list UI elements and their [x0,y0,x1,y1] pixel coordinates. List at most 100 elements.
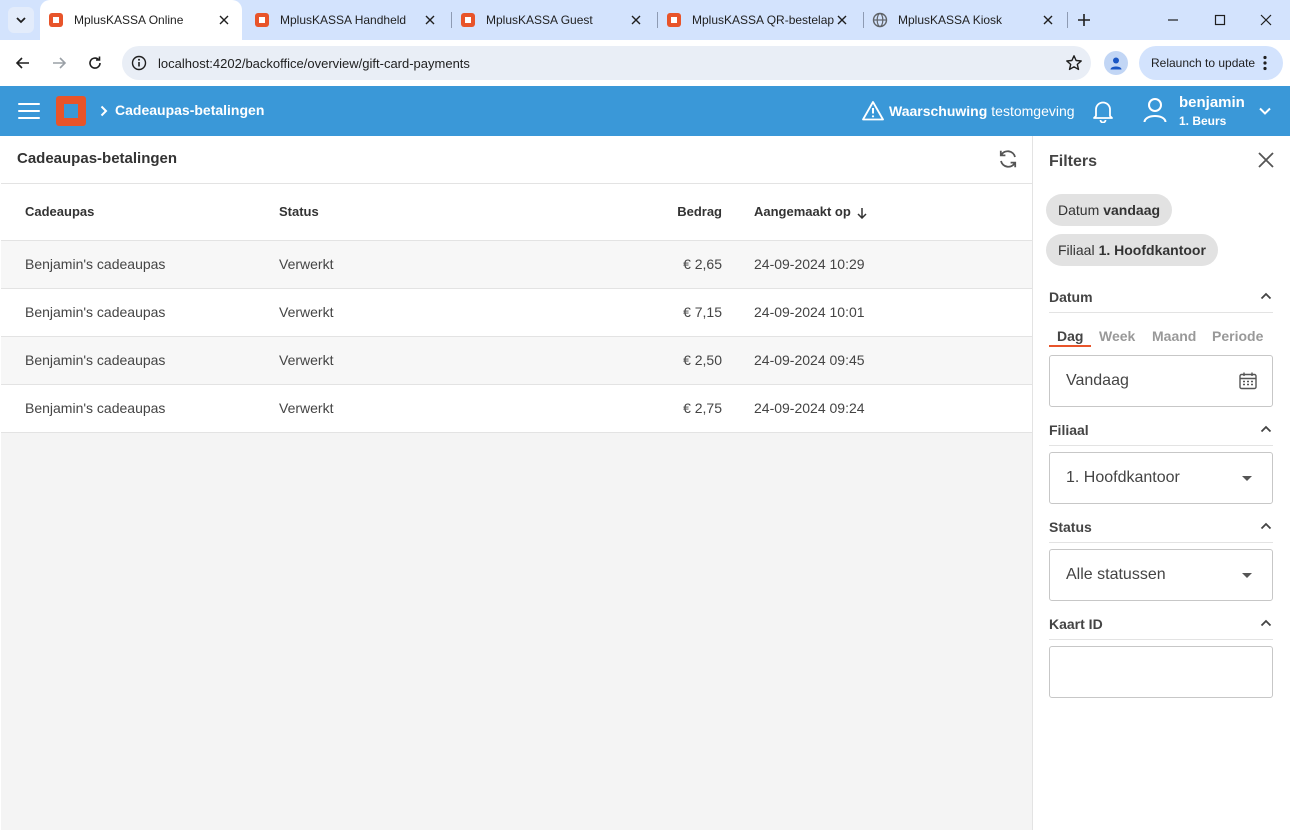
more-vertical-icon[interactable] [1255,53,1275,73]
date-picker-field[interactable]: Vandaag [1049,355,1273,407]
table-row[interactable]: Benjamin's cadeaupas Verwerkt € 2,65 24-… [1,240,1032,289]
column-header-aangemaakt-op[interactable]: Aangemaakt op [754,184,1032,241]
minimize-window-button[interactable] [1150,0,1196,40]
browser-tab-mpluskassa-online[interactable]: MplusKASSA Online [40,0,242,40]
chevron-down-icon[interactable] [1257,103,1273,119]
notifications-bell-icon[interactable] [1092,99,1114,123]
chevron-up-icon [1260,619,1272,627]
arrow-left-icon [15,57,29,69]
tab-search-button[interactable] [8,7,34,33]
environment-warning: Waarschuwing testomgeving [862,100,1075,122]
browser-tab-mpluskassa-kiosk[interactable]: MplusKASSA Kiosk [864,0,1066,40]
mpluskassa-favicon-icon [49,13,63,27]
filter-chip-datum[interactable]: Datum vandaag [1046,194,1173,226]
relaunch-to-update-button[interactable]: Relaunch to update [1139,46,1283,80]
gift-card-payments-table: Cadeaupas Status Bedrag Aangemaakt op Be… [1,184,1032,433]
tab-close-icon[interactable] [628,12,644,28]
chevron-up-icon [1260,425,1272,433]
tab-close-icon[interactable] [422,12,438,28]
maximize-window-button[interactable] [1197,0,1243,40]
cell-bedrag: € 2,65 [579,240,754,289]
tab-close-icon[interactable] [1040,12,1056,28]
browser-tab-mpluskassa-qr[interactable]: MplusKASSA QR-bestelapp [658,0,860,40]
filiaal-select[interactable]: 1. Hoofdkantoor [1049,452,1273,504]
filiaal-value: 1. Hoofdkantoor [1066,469,1180,486]
mpluskassa-logo[interactable] [56,96,86,126]
status-value: Alle statussen [1066,566,1166,583]
reload-icon [89,56,101,69]
cell-cadeaupas: Benjamin's cadeaupas [1,336,279,385]
chip-value: vandaag [1103,202,1161,218]
section-filiaal-header[interactable]: Filiaal [1049,420,1273,446]
page-title: Cadeaupas-betalingen [17,150,178,167]
filters-title: Filters [1049,153,1098,170]
table-row[interactable]: Benjamin's cadeaupas Verwerkt € 7,15 24-… [1,288,1032,337]
reload-button[interactable] [81,49,109,77]
chip-label: Filiaal [1058,242,1095,258]
section-status-header[interactable]: Status [1049,517,1273,543]
column-header-cadeaupas[interactable]: Cadeaupas [1,184,279,241]
plus-icon [1078,14,1090,26]
date-value: Vandaag [1066,372,1129,389]
cell-bedrag: € 2,50 [579,336,754,385]
tab-close-icon[interactable] [216,12,232,28]
globe-icon [872,12,888,28]
browser-toolbar: localhost:4202/backoffice/overview/gift-… [0,40,1290,86]
card-header: Cadeaupas-betalingen [1,136,1032,184]
warning-text: testomgeving [991,103,1075,119]
warning-triangle-icon [862,101,884,121]
tab-week[interactable]: Week [1099,328,1135,344]
section-label: Filiaal [1049,422,1089,438]
browser-tab-mpluskassa-guest[interactable]: MplusKASSA Guest [452,0,654,40]
column-header-bedrag[interactable]: Bedrag [579,184,754,241]
arrow-down-icon [857,207,867,219]
cell-aangemaakt-op: 24-09-2024 10:01 [754,288,1032,337]
section-label: Datum [1049,289,1093,305]
profile-avatar-icon[interactable] [1104,51,1128,75]
relaunch-label: Relaunch to update [1151,56,1256,70]
tab-dag[interactable]: Dag [1057,328,1083,344]
minimize-icon [1168,19,1178,21]
bookmark-star-icon[interactable] [1057,46,1091,80]
column-header-status[interactable]: Status [279,184,579,241]
chevron-down-icon [16,17,26,24]
table-row[interactable]: Benjamin's cadeaupas Verwerkt € 2,50 24-… [1,336,1032,385]
cell-status: Verwerkt [279,240,579,289]
forward-button[interactable] [45,49,73,77]
dropdown-caret-icon [1242,573,1252,578]
close-window-button[interactable] [1243,0,1289,40]
cell-aangemaakt-op: 24-09-2024 10:29 [754,240,1032,289]
calendar-icon[interactable] [1238,371,1258,391]
browser-tab-mpluskassa-handheld[interactable]: MplusKASSA Handheld [246,0,448,40]
section-datum-header[interactable]: Datum [1049,287,1273,313]
user-branch[interactable]: 1. Beurs [1179,114,1226,128]
filter-chip-filiaal[interactable]: Filiaal 1. Hoofdkantoor [1046,234,1218,266]
table-row[interactable]: Benjamin's cadeaupas Verwerkt € 2,75 24-… [1,384,1032,433]
refresh-icon[interactable] [997,148,1019,170]
chip-value: 1. Hoofdkantoor [1098,242,1206,258]
url-text[interactable]: localhost:4202/backoffice/overview/gift-… [158,56,1057,71]
user-icon[interactable] [1143,97,1167,123]
new-tab-button[interactable] [1072,8,1096,32]
tab-close-icon[interactable] [834,12,850,28]
back-button[interactable] [9,49,37,77]
chevron-up-icon [1260,522,1272,530]
tab-maand[interactable]: Maand [1152,328,1196,344]
tab-periode[interactable]: Periode [1212,328,1263,344]
column-header-label: Aangemaakt op [754,204,851,220]
mpluskassa-favicon-icon [255,13,269,27]
user-name[interactable]: benjamin [1179,94,1245,111]
kaart-id-input[interactable] [1049,646,1273,698]
browser-tabstrip: MplusKASSA Online MplusKASSA Handheld Mp… [0,0,1290,40]
address-bar[interactable]: localhost:4202/backoffice/overview/gift-… [122,46,1091,80]
cell-cadeaupas: Benjamin's cadeaupas [1,240,279,289]
section-kaart-id-header[interactable]: Kaart ID [1049,614,1273,640]
menu-icon[interactable] [18,101,40,121]
tab-title: MplusKASSA QR-bestelapp [692,13,834,27]
status-select[interactable]: Alle statussen [1049,549,1273,601]
site-info-icon[interactable] [122,46,156,80]
close-icon[interactable] [1256,150,1276,170]
chevron-right-icon [98,103,110,119]
app-header: Cadeaupas-betalingen Waarschuwing testom… [0,86,1290,136]
cell-cadeaupas: Benjamin's cadeaupas [1,288,279,337]
